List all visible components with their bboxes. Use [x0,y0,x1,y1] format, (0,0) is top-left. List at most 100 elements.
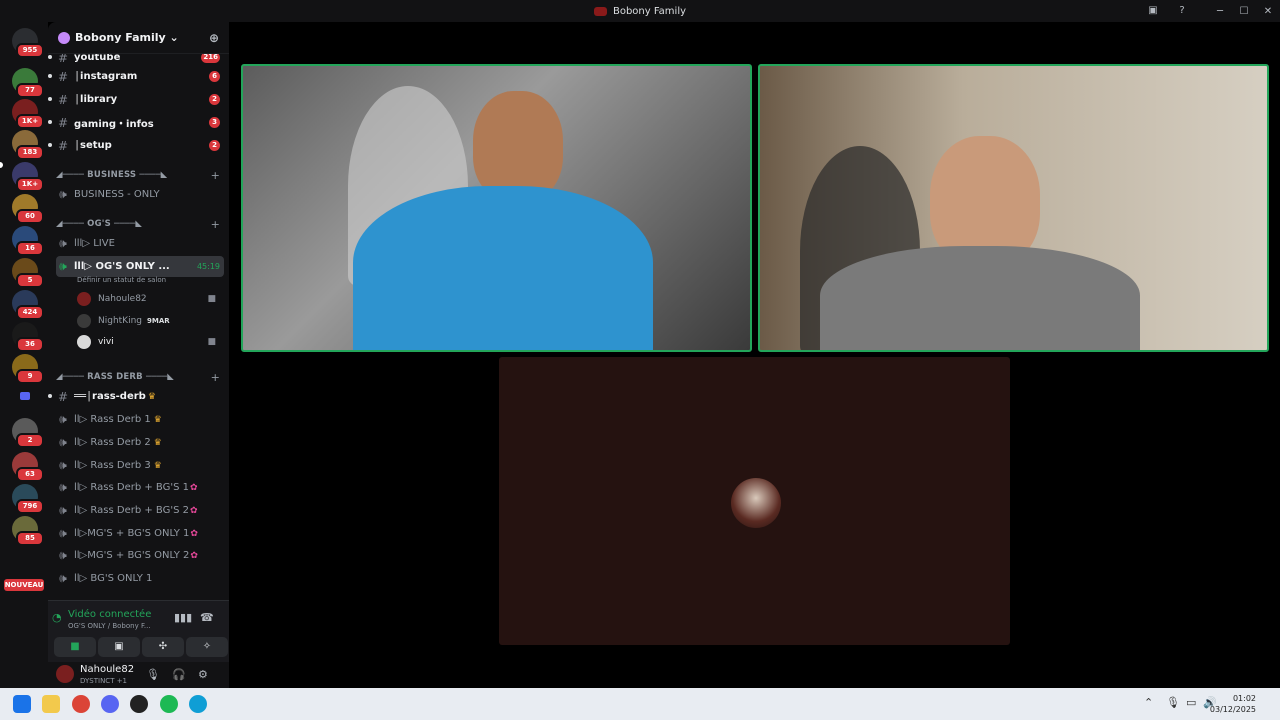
edge-icon[interactable] [189,695,207,713]
hash-icon: # [57,54,69,65]
settings-icon[interactable]: ⚙ [198,668,208,681]
server-icon[interactable]: 16 [12,226,44,256]
help-icon[interactable]: ? [1175,4,1189,18]
server-icon[interactable]: 9 [12,354,44,384]
unread-count: 216 [201,54,220,63]
server-icon[interactable]: 63 [12,452,44,482]
channel-mgs-bgs-1[interactable]: 🕪 ll▷MG'S + BG'S ONLY 1 ✿ [56,523,224,544]
channel-gaming-infos[interactable]: # gaming・infos 3 [48,112,224,133]
add-channel-icon[interactable]: + [211,169,220,182]
server-name: Bobony Family ⌄ [75,31,179,44]
voice-user[interactable]: Nahoule82 ■ [77,289,222,309]
category-rass-derb[interactable]: ◢──── RASS DERB ────◣ + [56,369,224,385]
channel-list: # youtube 216 # │instagram 6 # │library 2 # gam… [48,54,229,600]
signal-icon[interactable]: ◔ [52,611,62,624]
speaker-icon: 🕪 [59,259,67,273]
category-ogs[interactable]: ◢──── OG'S ────◣ + [56,216,224,232]
channel-rass-derb[interactable]: # ══│rass-derb ♛ [48,386,224,407]
voice-user[interactable]: NightKing 9MAR [77,311,222,331]
chevron-up-icon[interactable]: ⌃ [1144,696,1153,709]
channel-business-only[interactable]: 🕪 BUSINESS - ONLY [56,184,224,205]
channel-rass-derb-3[interactable]: 🕪 ll▷ Rass Derb 3 ♛ [56,455,224,476]
add-channel-icon[interactable]: + [211,371,220,384]
unread-count: 3 [209,117,220,128]
discord-icon[interactable] [101,695,119,713]
mention-badge: 85 [16,531,44,546]
person-shirt [820,246,1140,350]
video-tile[interactable] [758,64,1269,352]
avatar [77,314,91,328]
title-bar: Bobony Family ▣ ? ─ ☐ ✕ [0,0,1280,22]
camera-button[interactable]: ■ [54,637,96,657]
channel-ogs-only[interactable]: 🕪 lll▷ OG'S ONLY ... 45:19 [56,256,224,277]
speaker-icon: 🕪 [59,458,67,472]
windows-start-icon[interactable] [13,695,31,713]
server-icon[interactable]: 77 [12,68,44,98]
username: Nahoule82 [80,664,135,675]
channel-rass-derb-1[interactable]: 🕪 ll▷ Rass Derb 1 ♛ [56,409,224,430]
voice-channel-link[interactable]: OG'S ONLY / Bobony F... [68,622,151,630]
server-icon[interactable]: 1K+ [12,99,44,129]
camera-icon: ■ [207,294,216,304]
clock[interactable]: 01:02 03/12/2025 [1210,693,1256,715]
server-icon[interactable]: 1K+ [12,162,44,192]
new-badge[interactable]: NOUVEAU [4,579,44,591]
flower-icon: ✿ [190,528,198,539]
channel-bgs-only[interactable]: 🕪 ll▷ BG'S ONLY 1 [56,568,224,589]
chrome-icon[interactable] [72,695,90,713]
channel-setup[interactable]: # │setup 2 [48,135,224,156]
home-button[interactable]: 955 [12,28,44,58]
channel-library[interactable]: # │library 2 [48,89,224,110]
avatar[interactable] [56,665,74,683]
server-icon[interactable]: 2 [12,418,44,448]
spotify-icon[interactable] [160,695,178,713]
voice-user[interactable]: vivi ■ [77,332,222,352]
avatar [77,335,91,349]
folder-icon[interactable] [15,386,35,406]
app-icon[interactable] [130,695,148,713]
channel-status[interactable]: Définir un statut de salon [77,276,166,284]
file-explorer-icon[interactable] [42,695,60,713]
server-icon[interactable]: 796 [12,484,44,514]
headphones-icon[interactable]: 🎧 [172,668,186,681]
mention-badge: 16 [16,241,44,256]
server-boost-icon [58,31,70,44]
network-icon[interactable]: ▭ [1186,696,1196,709]
server-icon[interactable]: 424 [12,290,44,320]
channel-mgs-bgs-2[interactable]: 🕪 ll▷MG'S + BG'S ONLY 2 ✿ [56,545,224,566]
user-panel[interactable]: Nahoule82 DYSTINCT +1 🎙 🎧 ⚙ [48,662,229,688]
video-tile-no-camera[interactable] [499,357,1010,645]
close-icon[interactable]: ✕ [1256,6,1280,17]
soundboard-button[interactable]: ✧ [186,637,228,657]
server-header[interactable]: Bobony Family ⌄ ⊕ [48,22,229,54]
minimize-icon[interactable]: ─ [1208,6,1232,17]
mention-badge: 796 [16,499,44,514]
channel-live[interactable]: 🕪 lll▷ LIVE [56,233,224,254]
channel-instagram[interactable]: # │instagram 6 [48,66,224,87]
clan-tag: 9MAR [147,317,170,325]
inbox-icon[interactable]: ▣ [1146,4,1160,18]
channel-rass-derb-2[interactable]: 🕪 ll▷ Rass Derb 2 ♛ [56,432,224,453]
soundboard-icon[interactable]: ▮▮▮ [174,611,192,624]
channel-sidebar: Bobony Family ⌄ ⊕ # youtube 216 # │instagra… [48,22,229,688]
invite-icon[interactable]: ⊕ [209,31,219,45]
channel-rass-derb-bgs-2[interactable]: 🕪 ll▷ Rass Derb + BG'S 2 ✿ [56,500,224,521]
channel-rass-derb-bgs-1[interactable]: 🕪 ll▷ Rass Derb + BG'S 1 ✿ [56,477,224,498]
category-business[interactable]: ◢──── BUSINESS ────◣ + [56,167,224,183]
server-icon[interactable]: 36 [12,322,44,352]
add-channel-icon[interactable]: + [211,218,220,231]
mention-badge: 955 [16,43,44,58]
activities-button[interactable]: ✣ [142,637,184,657]
microphone-icon[interactable]: 🎙 [146,668,160,681]
microphone-icon[interactable]: 🎙 [1166,696,1180,709]
server-icon[interactable]: 85 [12,516,44,546]
maximize-icon[interactable]: ☐ [1232,6,1256,17]
mention-badge: 1K+ [16,177,44,192]
screen-share-button[interactable]: ▣ [98,637,140,657]
disconnect-icon[interactable]: ☎ [200,611,214,624]
hash-icon: # [57,69,69,84]
server-icon[interactable]: 5 [12,258,44,288]
server-icon[interactable]: 183 [12,130,44,160]
video-tile[interactable] [241,64,752,352]
server-icon[interactable]: 60 [12,194,44,224]
